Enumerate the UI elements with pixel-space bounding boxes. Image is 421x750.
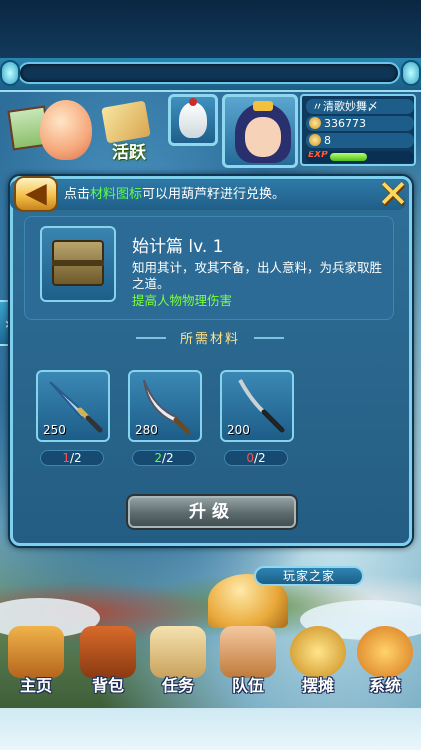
nav-bag[interactable]: 背包: [72, 622, 144, 695]
status-bar-area: [0, 0, 421, 58]
exchange-hint: 点击材料图标可以用葫芦籽进行兑换。: [10, 180, 406, 210]
home-icon: [8, 626, 64, 678]
close-button[interactable]: ✕: [372, 174, 414, 216]
need-count: 2: [258, 451, 266, 465]
activity-button[interactable]: 活跃: [96, 100, 162, 163]
exp-bar: EXP: [306, 151, 414, 163]
material-slot-saber[interactable]: 200: [220, 370, 294, 442]
book-name: 始计篇 lv. 1: [132, 237, 224, 257]
material-progress: 1/2: [40, 450, 104, 466]
nav-label: 摆摊: [301, 676, 334, 695]
chest-icon: [80, 626, 136, 678]
team-icon: [220, 626, 276, 678]
hint-highlight: 材料图标: [90, 187, 143, 202]
nav-label: 背包: [91, 676, 124, 695]
book-effect: 提高人物物理伤害: [132, 293, 233, 308]
materials-title: 所需材料: [130, 328, 290, 348]
scroll-icon: [150, 626, 206, 678]
material-slot-scimitar[interactable]: 280: [128, 370, 202, 442]
nav-label: 队伍: [231, 676, 264, 695]
player-name: 〃清歌妙舞〆: [306, 99, 414, 114]
book-band: [52, 260, 104, 266]
need-count: 2: [166, 451, 174, 465]
activity-label: 活跃: [112, 143, 146, 163]
frame-ornament-left: [0, 60, 20, 86]
nav-stall[interactable]: 摆摊: [282, 622, 354, 695]
gem-icon: [309, 134, 321, 146]
exp-label: EXP: [308, 151, 328, 160]
material-progress: 2/2: [132, 450, 196, 466]
nav-base: [0, 708, 421, 750]
nav-team[interactable]: 队伍: [212, 622, 284, 695]
gear-icon: [357, 626, 413, 678]
book-description: 知用其计，攻其不备，出人意料，为兵家取胜之道。: [132, 260, 383, 291]
material-progress: 0/2: [224, 450, 288, 466]
peach-mascot-icon: [40, 100, 92, 160]
avatar-face: [245, 117, 281, 157]
nav-label: 任务: [161, 676, 194, 695]
upgrade-button[interactable]: 升级: [126, 494, 298, 530]
stall-icon: [290, 626, 346, 678]
pet-crane-button[interactable]: [168, 94, 218, 146]
gourd-shop-button[interactable]: [7, 96, 110, 166]
gold-value: 336773: [324, 117, 366, 130]
gold-coin-icon: [309, 117, 321, 129]
player-home-button[interactable]: 玩家之家: [254, 566, 364, 586]
back-button[interactable]: ◀: [14, 176, 58, 212]
book-item-slot[interactable]: [40, 226, 116, 302]
close-icon: ✕: [377, 172, 409, 216]
have-count: 0: [246, 451, 254, 465]
back-arrow-icon: ◀: [25, 176, 47, 209]
level-value: 8: [324, 134, 331, 147]
level-row: 8: [306, 133, 414, 148]
nav-label: 系统: [368, 676, 401, 695]
hint-suffix: 可以用葫芦籽进行兑换。: [142, 187, 286, 202]
material-count: 280: [135, 423, 158, 437]
need-count: 2: [74, 451, 82, 465]
crane-icon: [179, 98, 207, 138]
have-count: 1: [62, 451, 70, 465]
material-count: 200: [227, 423, 250, 437]
exp-fill: [330, 153, 367, 161]
player-avatar[interactable]: [222, 94, 298, 168]
material-slot-sword[interactable]: 250: [36, 370, 110, 442]
nav-label: 主页: [19, 676, 52, 695]
game-screen: 活跃 〃清歌妙舞〆 336773 8 EXP › 玩家之家 点击材料图标可以用葫…: [0, 0, 421, 750]
nav-home[interactable]: 主页: [0, 622, 72, 695]
nav-system[interactable]: 系统: [349, 622, 421, 695]
chat-message-bar[interactable]: [18, 62, 400, 84]
have-count: 2: [154, 451, 162, 465]
gold-row: 336773: [306, 116, 414, 131]
frame-ornament-right: [401, 60, 421, 86]
nav-quest[interactable]: 任务: [142, 622, 214, 695]
player-info-panel: 〃清歌妙舞〆 336773 8 EXP: [300, 94, 416, 166]
avatar-crown: [253, 101, 273, 111]
material-count: 250: [43, 423, 66, 437]
hint-prefix: 点击: [64, 187, 91, 202]
